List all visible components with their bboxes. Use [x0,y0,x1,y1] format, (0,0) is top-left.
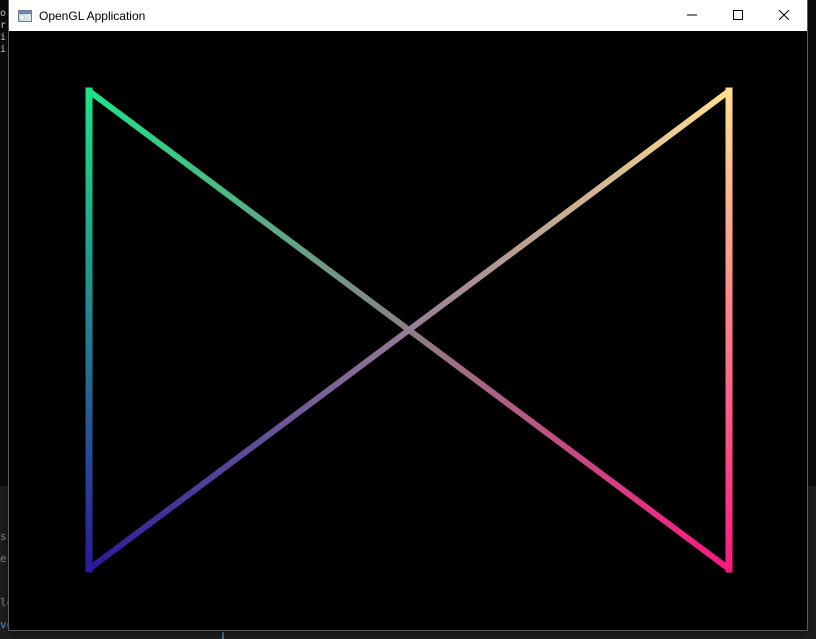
rendered-scene [85,87,733,573]
maximize-icon [733,7,743,25]
window-app-icon [17,8,33,24]
ide-code-fragment: le [0,596,8,609]
ide-code-fragment: es [0,552,8,565]
minimize-button[interactable] [669,0,715,31]
ide-code-fragment: ve [0,618,8,631]
minimize-icon [687,7,697,25]
opengl-viewport[interactable] [9,31,807,630]
title-bar[interactable]: OpenGL Application [9,0,807,31]
ide-scroll-marker [222,632,224,639]
opengl-window: OpenGL Application [8,0,808,631]
console-output-text: o r i i [0,8,7,55]
ide-code-fragment: ss [0,530,8,543]
close-button[interactable] [761,0,807,31]
window-title: OpenGL Application [39,8,146,23]
maximize-button[interactable] [715,0,761,31]
close-icon [778,7,790,25]
